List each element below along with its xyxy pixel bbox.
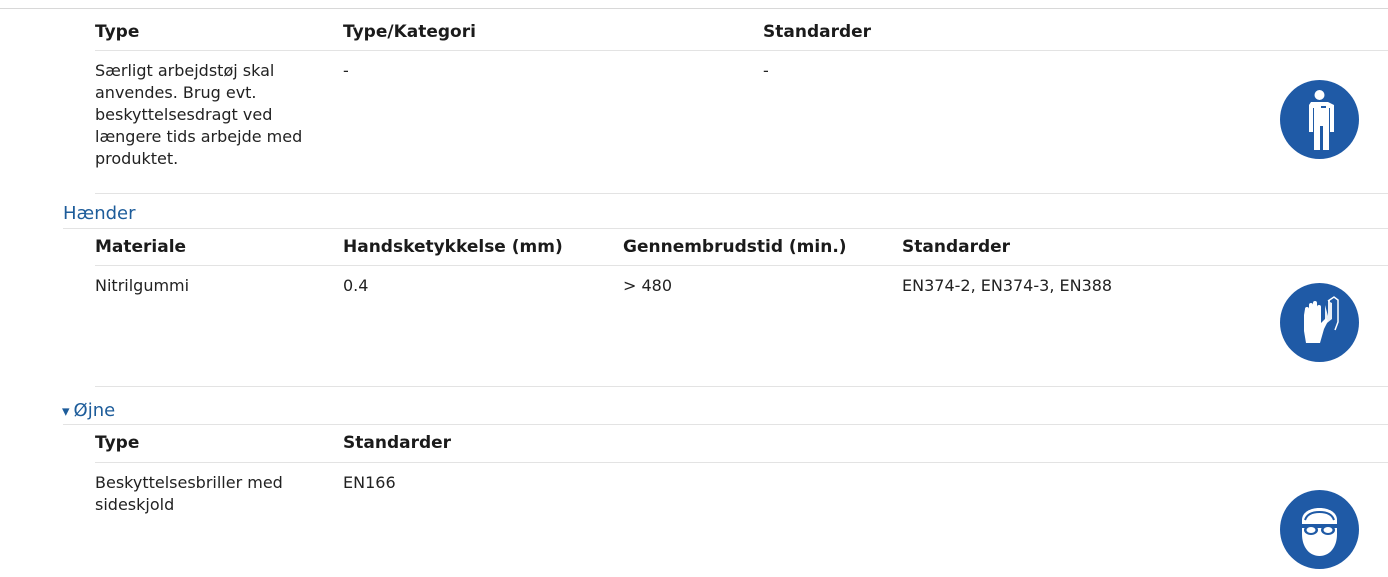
cell-type: Beskyttelsesbriller med sideskjold xyxy=(95,473,283,514)
collapse-triangle-icon[interactable]: ▾ xyxy=(62,402,70,420)
header-divider xyxy=(95,265,1388,266)
cell-standarder: - xyxy=(763,61,769,80)
section-title-haender[interactable]: Hænder xyxy=(63,202,136,226)
header-standarder: Standarder xyxy=(763,22,872,42)
header-type: Type xyxy=(95,433,140,453)
header-divider xyxy=(95,462,1388,463)
header-type-kategori: Type/Kategori xyxy=(343,22,476,42)
section-title-ojne[interactable]: ▾ Øjne xyxy=(62,399,115,423)
section-title-divider xyxy=(63,228,1388,229)
section-divider-2 xyxy=(95,386,1388,387)
safety-glasses-icon xyxy=(1280,490,1359,569)
cell-gennembrudstid: > 480 xyxy=(623,276,673,295)
header-standarder: Standarder xyxy=(343,433,452,453)
section-title-divider xyxy=(63,424,1388,425)
header-type: Type xyxy=(95,22,140,42)
header-divider xyxy=(95,50,1388,51)
section-title-label: Øjne xyxy=(73,400,116,421)
cell-type: Særligt arbejdstøj skal anvendes. Brug e… xyxy=(95,61,303,168)
header-materiale: Materiale xyxy=(95,237,187,257)
section-divider-1 xyxy=(95,193,1388,194)
header-standarder: Standarder xyxy=(902,237,1011,257)
header-handsketykkelse: Handsketykkelse (mm) xyxy=(343,237,563,257)
cell-materiale: Nitrilgummi xyxy=(95,276,190,295)
header-gennembrudstid: Gennembrudstid (min.) xyxy=(623,237,847,257)
cell-standarder: EN166 xyxy=(343,473,396,492)
cell-standarder: EN374-2, EN374-3, EN388 xyxy=(902,276,1113,295)
cell-kategori: - xyxy=(343,61,349,80)
top-divider xyxy=(0,8,1388,9)
gloves-icon xyxy=(1280,283,1359,362)
cell-tykkelse: 0.4 xyxy=(343,276,369,295)
protective-clothing-icon xyxy=(1280,80,1359,159)
